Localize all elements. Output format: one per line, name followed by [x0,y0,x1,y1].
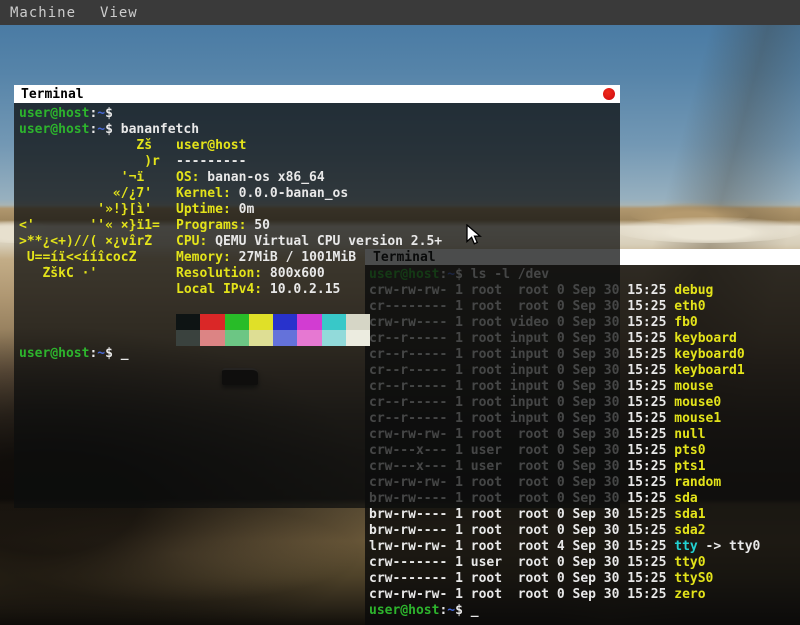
palette-swatch [273,330,297,346]
fetch-line: '¬ïOS: banan-os x86_64 [19,170,620,186]
prompt-user: user@host [369,603,439,618]
terminal1-titlebar[interactable]: Terminal [14,85,620,103]
palette-swatch [322,314,346,330]
prompt-user: user@host [19,346,89,361]
prompt-path: ~ [447,603,455,618]
fetch-line: Zšuser@host [19,138,620,154]
text-cursor: _ [463,603,479,618]
mouse-cursor-icon [466,224,483,247]
terminal1-old-prompt: user@host:~$ [19,106,620,122]
vm-screen: Machine View Terminal user@host:~$ ls -l… [0,0,800,625]
close-button[interactable] [603,88,615,100]
fetch-line: <' ''« ×}ï1=Programs: 50 [19,218,620,234]
command-text: bananfetch [113,122,199,137]
fetch-line: )r--------- [19,154,620,170]
ls-row: brw-rw---- 1 root root 0 Sep 30 15:25 sd… [369,523,800,539]
fetch-line: «/¿7'Kernel: 0.0.0-banan_os [19,186,620,202]
palette-swatch [273,314,297,330]
ls-row: crw-rw-rw- 1 root root 0 Sep 30 15:25 ze… [369,587,800,603]
prompt-path: ~ [97,122,105,137]
terminal1-title: Terminal [14,85,620,101]
palette-swatch [176,330,200,346]
prompt-path: ~ [97,106,105,121]
palette-swatch [200,330,224,346]
terminal-window-front: Terminal user@host:~$ user@host:~$ banan… [14,85,620,505]
bananfetch-output: Zšuser@host )r--------- '¬ïOS: banan-os … [19,138,620,298]
palette-row [19,314,620,330]
palette-swatch [297,314,321,330]
menu-bar: Machine View [0,0,800,25]
palette-swatch [200,314,224,330]
text-cursor: _ [113,346,129,361]
terminal1-command-line: user@host:~$ bananfetch [19,122,620,138]
fetch-line: '»!}[ì'Uptime: 0m [19,202,620,218]
prompt-user: user@host [19,106,89,121]
palette-swatch [297,330,321,346]
ls-row: brw-rw---- 1 root root 0 Sep 30 15:25 sd… [369,507,800,523]
blank-line [19,298,620,314]
terminal1-content[interactable]: user@host:~$ user@host:~$ bananfetch Zšu… [14,103,620,508]
palette-swatch [225,330,249,346]
menu-view[interactable]: View [90,5,152,21]
terminal2-prompt-line: user@host:~$ _ [369,603,800,619]
fetch-line: U==íï<<ííîcocŽMemory: 27MiB / 1001MiB [19,250,620,266]
prompt-user: user@host [19,122,89,137]
palette-swatch [249,330,273,346]
ls-row: lrw-rw-rw- 1 root root 4 Sep 30 15:25 tt… [369,539,800,555]
chalk-formation [615,217,800,243]
fetch-line: ŽškC ·'Resolution: 800x600 [19,266,620,282]
palette-swatch [346,330,370,346]
palette-row [19,330,620,346]
menu-machine[interactable]: Machine [0,5,90,21]
terminal1-prompt-line: user@host:~$ _ [19,346,620,362]
terminal-color-palette [19,314,620,346]
fetch-line: Local IPv4: 10.0.2.15 [19,282,620,298]
palette-swatch [346,314,370,330]
palette-swatch [176,314,200,330]
prompt-path: ~ [97,346,105,361]
palette-swatch [249,314,273,330]
ls-row: crw------- 1 root root 0 Sep 30 15:25 tt… [369,571,800,587]
ls-row: crw------- 1 user root 0 Sep 30 15:25 tt… [369,555,800,571]
palette-swatch [225,314,249,330]
palette-swatch [322,330,346,346]
fetch-line: >**¿<+)//( ×¿vîrŽCPU: QEMU Virtual CPU v… [19,234,620,250]
